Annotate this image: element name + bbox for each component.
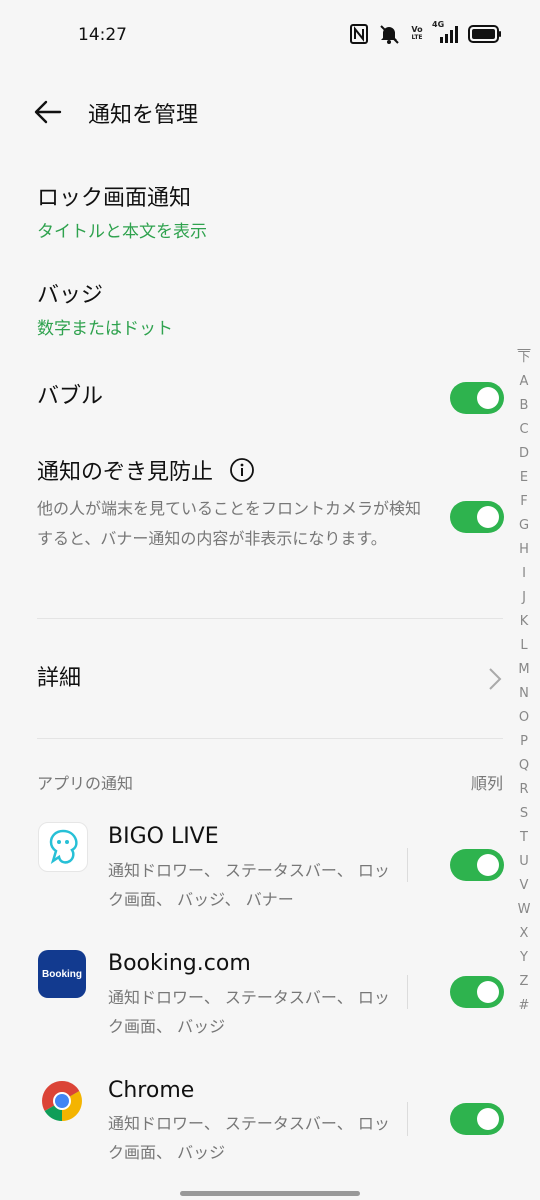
app-notification-types: 通知ドロワー、 ステータスバー、 ロック画面、 バッジ: [108, 1114, 390, 1162]
booking-icon: Booking: [38, 950, 86, 998]
toggle-knob: [477, 387, 499, 409]
booking-toggle[interactable]: [450, 976, 504, 1008]
details-setting[interactable]: 詳細: [37, 664, 507, 694]
alphabet-index-letter[interactable]: P: [520, 730, 528, 754]
nfc-icon: [350, 24, 368, 44]
alphabet-index-letter[interactable]: A: [520, 370, 529, 394]
alphabet-index-letter[interactable]: Q: [519, 754, 529, 778]
bubble-setting: バブル: [37, 382, 507, 412]
alphabet-index-letter[interactable]: F: [520, 490, 527, 514]
alphabet-index-letter[interactable]: H: [519, 538, 529, 562]
bubble-toggle[interactable]: [450, 382, 504, 414]
alphabet-index-letter[interactable]: R: [519, 778, 528, 802]
alphabet-index-letter[interactable]: #: [519, 994, 530, 1018]
bigo-live-toggle[interactable]: [450, 849, 504, 881]
alphabet-index-letter[interactable]: S: [520, 802, 528, 826]
page-title: 通知を管理: [88, 103, 199, 128]
toggle-knob: [477, 1108, 499, 1130]
status-bar: 14:27 Vo LTE 4G: [0, 0, 540, 72]
volte-top-label: Vo: [411, 25, 423, 34]
peek-prevention-title: 通知のぞき見防止: [37, 460, 214, 485]
chrome-icon: [38, 1077, 86, 1125]
details-title: 詳細: [37, 666, 82, 691]
vertical-separator: [407, 848, 408, 882]
lock-screen-value: タイトルと本文を表示: [37, 222, 207, 242]
app-row-booking[interactable]: Booking Booking.com 通知ドロワー、 ステータスバー、 ロック…: [0, 948, 540, 1068]
mute-icon: [378, 24, 400, 44]
alphabet-index-letter[interactable]: K: [520, 610, 529, 634]
volte-icon: Vo LTE: [410, 26, 424, 42]
chevron-right-icon: [489, 668, 502, 690]
status-time: 14:27: [78, 25, 127, 45]
alphabet-index-letter[interactable]: D: [519, 442, 529, 466]
alphabet-index-letter[interactable]: J: [522, 586, 526, 610]
home-indicator[interactable]: [180, 1191, 360, 1196]
alphabet-index-letter[interactable]: Z: [520, 970, 529, 994]
peek-prevention-description: 他の人が端末を見ていることをフロントカメラが検知すると、バナー通知の内容が非表示…: [37, 499, 422, 548]
vertical-separator: [407, 975, 408, 1009]
volte-bottom-label: LTE: [411, 34, 423, 41]
badge-title: バッジ: [37, 283, 104, 308]
divider: [37, 738, 503, 739]
divider: [37, 618, 503, 619]
peek-prevention-toggle[interactable]: [450, 501, 504, 533]
alphabet-index-letter[interactable]: B: [520, 394, 529, 418]
screen: 14:27 Vo LTE 4G 通知を管理 ロック画面通知 タイトルと本文を表示…: [0, 0, 540, 1200]
alphabet-index-letter[interactable]: L: [520, 634, 527, 658]
app-notifications-label: アプリの通知: [37, 774, 134, 793]
alphabet-index-letter[interactable]: G: [519, 514, 529, 538]
alphabet-index-letter[interactable]: N: [519, 682, 529, 706]
badge-setting[interactable]: バッジ 数字またはドット: [37, 281, 507, 341]
status-icons: Vo LTE 4G: [350, 20, 502, 44]
sort-order-button[interactable]: 順列: [471, 770, 503, 794]
app-notification-types: 通知ドロワー、 ステータスバー、 ロック画面、 バッジ、 バナー: [108, 861, 390, 909]
bubble-title: バブル: [37, 384, 104, 409]
alphabet-index-letter[interactable]: T: [520, 826, 528, 850]
app-name: Booking.com: [108, 951, 251, 976]
alphabet-index-letter[interactable]: V: [520, 874, 529, 898]
app-name: Chrome: [108, 1078, 195, 1103]
app-row-bigo-live[interactable]: BIGO LIVE 通知ドロワー、 ステータスバー、 ロック画面、 バッジ、 バ…: [0, 820, 540, 940]
app-header: 通知を管理: [0, 82, 540, 142]
alphabet-index-letter[interactable]: Y: [520, 946, 528, 970]
toggle-knob: [477, 506, 499, 528]
alphabet-index-letter[interactable]: M: [518, 658, 529, 682]
back-arrow-icon: [34, 100, 62, 124]
lock-screen-title: ロック画面通知: [37, 186, 192, 211]
alphabet-index-letter[interactable]: U: [519, 850, 529, 874]
alphabet-index-letter[interactable]: I: [522, 562, 526, 586]
alphabet-index-letter[interactable]: X: [520, 922, 529, 946]
alphabet-index-letter[interactable]: E: [520, 466, 528, 490]
alphabet-index-letter[interactable]: W: [518, 898, 531, 922]
badge-value: 数字またはドット: [37, 319, 173, 339]
peek-prevention-setting: 通知のぞき見防止 他の人が端末を見ていることをフロントカメラが検知すると、バナー…: [37, 458, 507, 554]
battery-icon: [468, 25, 502, 43]
alphabet-index-top[interactable]: 下: [517, 346, 530, 370]
back-button[interactable]: [30, 94, 66, 130]
chrome-toggle[interactable]: [450, 1103, 504, 1135]
booking-icon-text: Booking: [42, 968, 82, 980]
toggle-knob: [477, 854, 499, 876]
lock-screen-notification-setting[interactable]: ロック画面通知 タイトルと本文を表示: [37, 184, 507, 244]
alphabet-index[interactable]: 下 A B C D E F G H I J K L M N O P Q R S T U V W X Y Z #: [516, 346, 532, 1018]
app-name: BIGO LIVE: [108, 824, 219, 849]
vertical-separator: [407, 1102, 408, 1136]
alphabet-index-letter[interactable]: C: [519, 418, 528, 442]
app-notification-types: 通知ドロワー、 ステータスバー、 ロック画面、 バッジ: [108, 988, 390, 1036]
toggle-knob: [477, 981, 499, 1003]
info-icon[interactable]: [230, 458, 254, 482]
network-label: 4G: [432, 20, 445, 29]
app-row-chrome[interactable]: Chrome 通知ドロワー、 ステータスバー、 ロック画面、 バッジ: [0, 1075, 540, 1195]
alphabet-index-letter[interactable]: O: [519, 706, 529, 730]
signal-4g-icon: 4G: [432, 20, 458, 44]
peek-prevention-title-wrap: 通知のぞき見防止: [37, 458, 507, 488]
bigo-live-icon: [38, 822, 88, 872]
